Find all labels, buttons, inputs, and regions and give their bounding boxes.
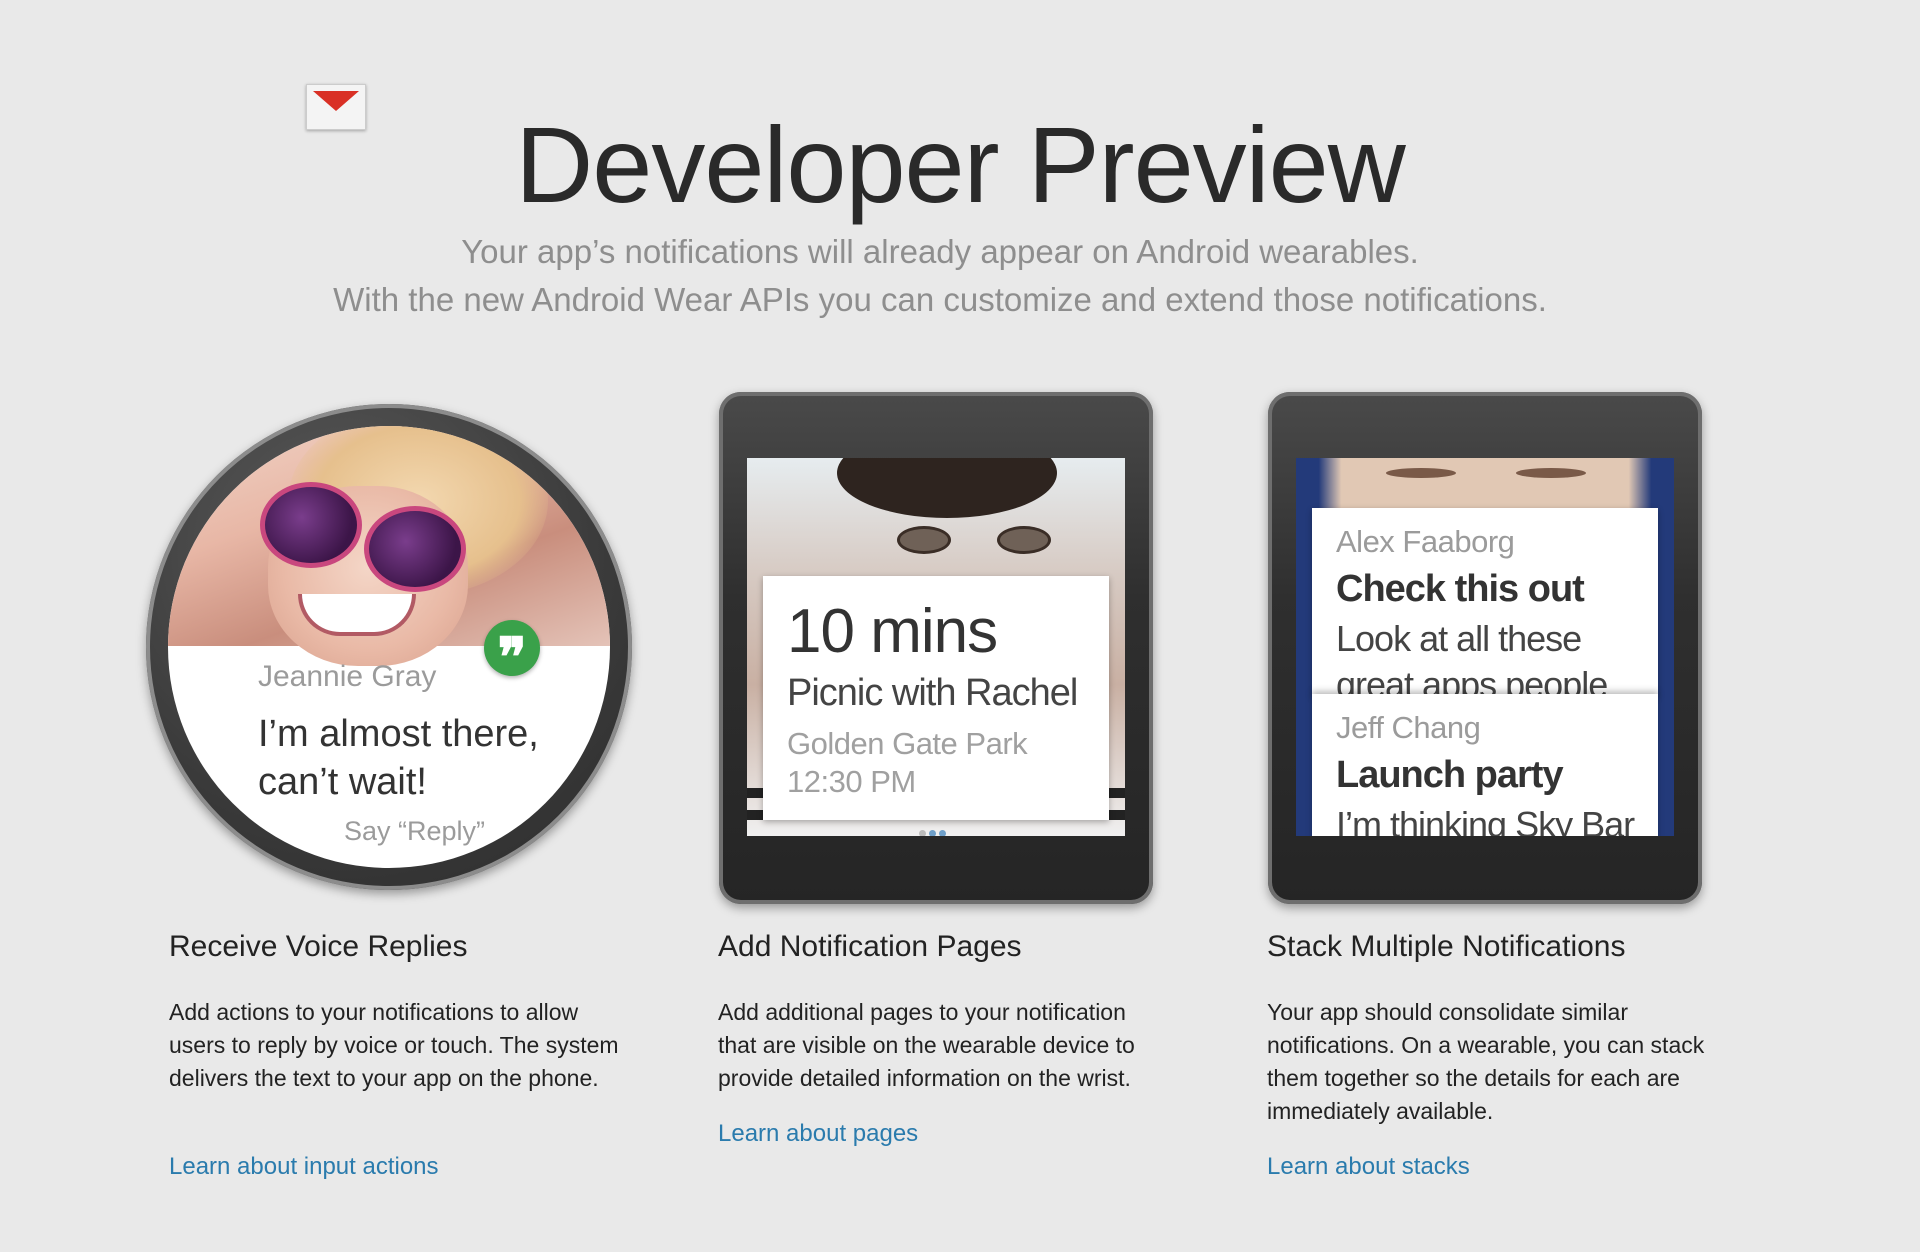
notification-sender: Jeff Chang <box>1336 710 1481 745</box>
notification-subject: Check this out <box>1336 568 1585 610</box>
notification-clock: 12:30 PM <box>787 764 916 799</box>
feature-title-notification-pages: Add Notification Pages <box>718 930 1022 963</box>
page-subtitle-line2: With the new Android Wear APIs you can c… <box>333 281 1547 318</box>
contact-photo <box>168 426 610 666</box>
notification-location: Golden Gate Park <box>787 726 1028 761</box>
notification-body-line: Look at all these <box>1336 618 1582 659</box>
notification-card: 10 mins Picnic with Rachel Golden Gate P… <box>763 576 1109 820</box>
notification-time: 10 mins <box>787 597 998 666</box>
feature-description-stack-notifications: Your app should consolidate similar noti… <box>1267 999 1705 1124</box>
stacked-notification-card: Alex Faaborg Check this out Look at all … <box>1312 508 1658 696</box>
round-watch-image: Jeannie Gray I’m almost there, can’t wai… <box>146 404 632 890</box>
watch-screen: Alex Faaborg Check this out Look at all … <box>1296 458 1674 836</box>
notification-sender: Jeannie Gray <box>258 660 437 693</box>
watch-screen: 10 mins Picnic with Rachel Golden Gate P… <box>747 458 1125 836</box>
notification-sender: Alex Faaborg <box>1336 524 1515 559</box>
sunglasses-left <box>260 482 362 568</box>
learn-pages-link[interactable]: Learn about pages <box>718 1120 918 1148</box>
page-dot <box>939 830 946 836</box>
page-dot <box>919 830 926 836</box>
learn-input-actions-link[interactable]: Learn about input actions <box>169 1153 439 1181</box>
notification-body: I’m thinking Sky Bar <box>1336 804 1635 836</box>
notification-event: Picnic with Rachel <box>787 672 1078 714</box>
learn-stacks-link[interactable]: Learn about stacks <box>1267 1153 1470 1181</box>
notification-message-line: can’t wait! <box>258 761 427 803</box>
gmail-icon <box>306 84 366 130</box>
hangouts-icon: ❞ <box>484 620 540 689</box>
page-indicator <box>919 824 949 836</box>
stacked-notification-card: Jeff Chang Launch party I’m thinking Sky… <box>1312 694 1658 836</box>
notification-message: I’m almost there, can’t wait! <box>258 710 539 806</box>
square-watch-stacks-image: Alex Faaborg Check this out Look at all … <box>1268 392 1702 904</box>
voice-reply-hint: Say “Reply” <box>344 816 486 846</box>
sunglasses-right <box>364 506 466 592</box>
page-subtitle-line1: Your app’s notifications will already ap… <box>461 233 1419 270</box>
page-dot <box>929 830 936 836</box>
notification-body-line: great apps people are <box>1336 664 1608 696</box>
page-title: Developer Preview <box>515 104 1405 225</box>
feature-title-stack-notifications: Stack Multiple Notifications <box>1267 930 1626 963</box>
feature-description-voice-replies: Add actions to your notifications to all… <box>169 999 619 1091</box>
notification-subject: Launch party <box>1336 754 1564 796</box>
notification-message-line: I’m almost there, <box>258 713 539 755</box>
notification-body: Look at all these great apps people are <box>1336 616 1658 696</box>
square-watch-pages-image: 10 mins Picnic with Rachel Golden Gate P… <box>719 392 1153 904</box>
feature-title-voice-replies: Receive Voice Replies <box>169 930 468 963</box>
round-watch-screen: Jeannie Gray I’m almost there, can’t wai… <box>168 426 610 868</box>
feature-description-notification-pages: Add additional pages to your notificatio… <box>718 999 1135 1091</box>
